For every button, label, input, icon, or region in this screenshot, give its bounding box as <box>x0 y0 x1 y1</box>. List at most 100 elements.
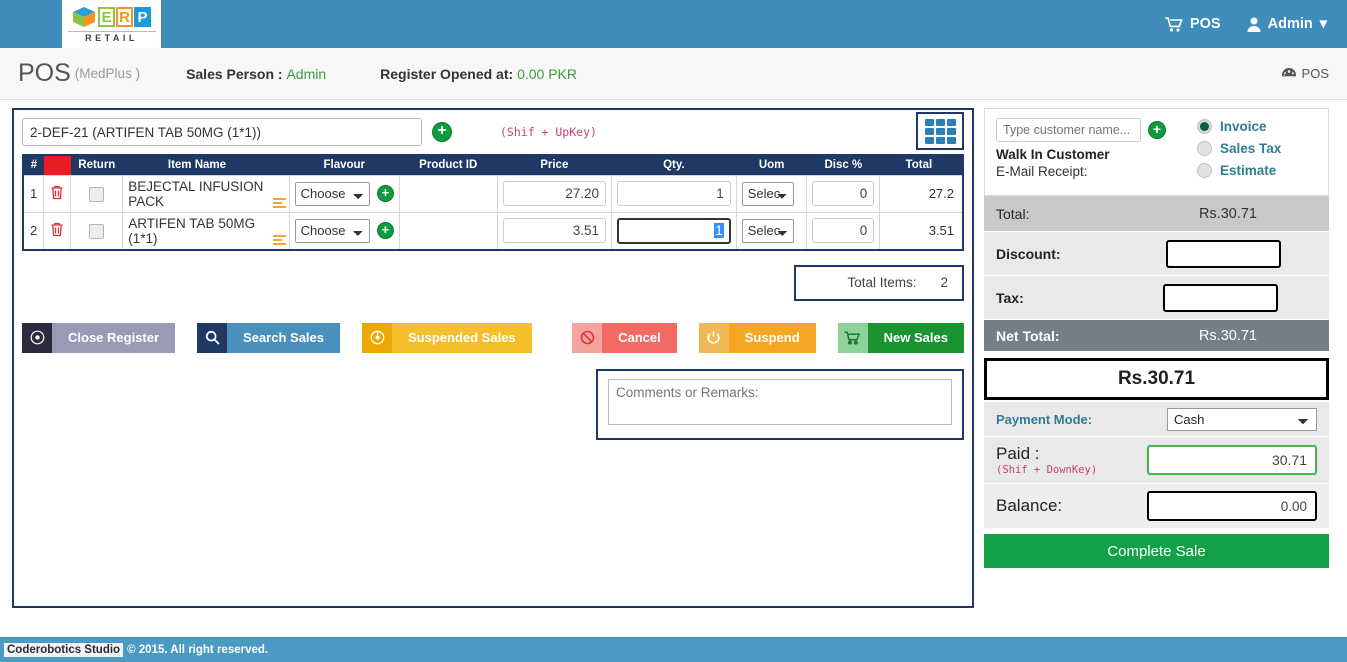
product-search-input[interactable] <box>22 118 422 146</box>
add-flavour-button[interactable]: + <box>377 185 394 202</box>
nav-item-admin-label: Admin <box>1267 16 1313 32</box>
search-sales-button[interactable]: Search Sales <box>197 322 340 353</box>
row-index: 1 <box>22 174 45 213</box>
complete-sale-button[interactable]: Complete Sale <box>984 534 1329 568</box>
total-items-value: 2 <box>940 275 948 290</box>
uom-select[interactable]: Selec <box>741 218 794 243</box>
logo-subtitle: RETAIL <box>67 31 156 43</box>
cancel-button[interactable]: Cancel <box>572 322 677 353</box>
product-grid-button[interactable] <box>916 112 964 150</box>
table-row: 2 ARTIFEN TAB 50MG (1*1) Choose + 3.51 1… <box>22 211 964 250</box>
th-delete <box>43 155 71 175</box>
discount-label: Discount: <box>996 245 1061 262</box>
action-buttons-row: Close Register Search Sales Suspended Sa… <box>22 322 964 353</box>
return-cell[interactable] <box>70 174 124 213</box>
radio-sales-tax[interactable]: Sales Tax <box>1197 141 1317 156</box>
top-navbar: E R P RETAIL POS Admin ▾ <box>0 0 1347 48</box>
new-sales-button[interactable]: New Sales <box>837 322 964 353</box>
footer-copyright: © 2015. All right reserved. <box>127 644 269 656</box>
radio-invoice[interactable]: Invoice <box>1197 119 1317 134</box>
shopping-cart-icon <box>837 322 868 353</box>
cart-table-body: 1 BEJECTAL INFUSION PACK Choose + 27.20 … <box>22 174 964 250</box>
radio-sales-tax-icon <box>1197 141 1212 156</box>
uom-select[interactable]: Selec <box>741 181 794 206</box>
th-uom: Uom <box>736 155 807 175</box>
product-search-row: + (Shif + UpKey) <box>22 112 964 150</box>
suspended-sales-button[interactable]: Suspended Sales <box>362 322 532 353</box>
page-subheader: POS (MedPlus ) Sales Person : Admin Regi… <box>0 48 1347 100</box>
payment-mode-select[interactable]: Cash <box>1167 407 1317 431</box>
price-input[interactable] <box>502 181 606 206</box>
flavour-select[interactable]: Choose <box>294 218 371 243</box>
shopping-cart-icon <box>1164 16 1183 32</box>
add-product-button[interactable]: + <box>432 122 452 142</box>
add-flavour-button[interactable]: + <box>377 222 394 239</box>
footer-company-link[interactable]: Coderobotics Studio <box>4 643 124 657</box>
sales-person-value: Admin <box>286 65 327 82</box>
disc-input[interactable] <box>812 218 875 243</box>
th-qty: Qty. <box>611 155 737 175</box>
add-customer-button[interactable]: + <box>1148 121 1166 139</box>
paid-input[interactable] <box>1147 445 1317 475</box>
uom-cell: Selec <box>735 211 808 250</box>
logo-letter-r: R <box>116 7 133 27</box>
radio-estimate[interactable]: Estimate <box>1197 163 1317 178</box>
trash-icon[interactable] <box>50 222 64 237</box>
new-sales-label: New Sales <box>883 330 948 345</box>
item-name-label: BEJECTAL INFUSION PACK <box>128 178 264 209</box>
disc-input[interactable] <box>812 181 875 206</box>
erp-retail-logo[interactable]: E R P RETAIL <box>62 0 161 48</box>
suspend-button[interactable]: Suspend <box>698 322 816 353</box>
qty-input[interactable] <box>616 181 731 206</box>
close-register-label: Close Register <box>68 330 160 345</box>
page-footer: Coderobotics Studio © 2015. All right re… <box>0 637 1347 662</box>
customer-name-input[interactable] <box>996 118 1141 142</box>
balance-input[interactable] <box>1147 491 1317 521</box>
close-register-button[interactable]: Close Register <box>22 322 176 353</box>
comments-textarea[interactable] <box>608 378 952 425</box>
total-items-label: Total Items: <box>847 275 917 290</box>
nav-item-admin[interactable]: Admin ▾ <box>1247 16 1327 32</box>
trash-icon[interactable] <box>50 185 64 200</box>
subheader-pos-link[interactable]: POS <box>1281 66 1329 81</box>
discount-input[interactable] <box>1165 239 1281 268</box>
nav-item-pos[interactable]: POS <box>1164 16 1221 32</box>
page-title: POS <box>18 59 71 87</box>
table-row: 1 BEJECTAL INFUSION PACK Choose + 27.20 … <box>22 174 964 213</box>
paid-label-block: Paid : (Shif + DownKey) <box>996 444 1097 476</box>
th-price: Price <box>497 155 612 175</box>
th-total: Total <box>879 155 963 175</box>
discount-row: Discount: <box>984 232 1329 276</box>
uom-cell: Selec <box>735 174 808 213</box>
delete-row-cell[interactable] <box>43 211 72 250</box>
return-checkbox[interactable] <box>89 223 105 239</box>
radio-estimate-icon <box>1197 163 1212 178</box>
price-cell <box>496 174 612 213</box>
total-row: Total: Rs.30.71 <box>984 196 1329 232</box>
item-name-label: ARTIFEN TAB 50MG (1*1) <box>128 215 256 246</box>
flavour-select[interactable]: Choose <box>294 181 371 206</box>
payment-mode-row: Payment Mode: Cash <box>984 402 1329 436</box>
total-value: Rs.30.71 <box>1198 205 1257 222</box>
logo-letter-e: E <box>98 7 115 27</box>
th-flavour: Flavour <box>289 155 400 175</box>
qty-input-focused[interactable]: 1 <box>616 217 731 244</box>
delete-row-cell[interactable] <box>43 174 72 213</box>
radio-invoice-label: Invoice <box>1220 119 1267 134</box>
tax-input[interactable] <box>1162 283 1278 312</box>
list-lines-icon[interactable] <box>272 197 286 208</box>
table-header-row: # Return Item Name Flavour Product ID Pr… <box>23 155 963 175</box>
list-lines-icon[interactable] <box>272 234 286 245</box>
balance-label: Balance: <box>996 496 1063 515</box>
grid-icon <box>924 118 956 144</box>
th-product-id: Product ID <box>399 155 498 175</box>
disc-cell <box>806 211 881 250</box>
return-checkbox[interactable] <box>89 186 105 202</box>
return-cell[interactable] <box>70 211 124 250</box>
price-input[interactable] <box>502 218 606 243</box>
flavour-cell: Choose + <box>288 211 400 250</box>
row-total: 27.2 <box>879 174 964 213</box>
nav-item-pos-label: POS <box>1189 16 1221 32</box>
cart-items-table: # Return Item Name Flavour Product ID Pr… <box>22 154 964 251</box>
register-opened-value: 0.00 PKR <box>517 65 577 82</box>
